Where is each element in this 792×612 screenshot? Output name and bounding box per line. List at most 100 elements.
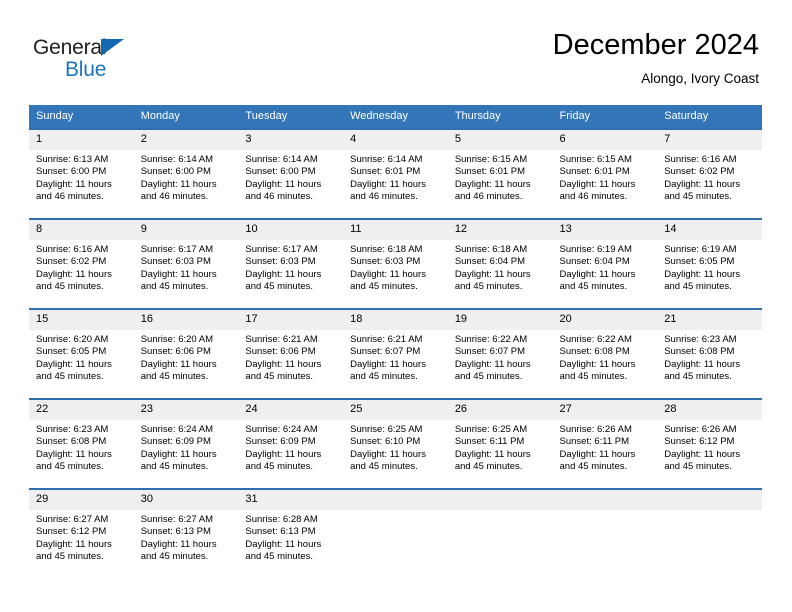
- sunset-text: Sunset: 6:03 PM: [245, 256, 316, 268]
- day-cell[interactable]: 13 Sunrise: 6:19 AM Sunset: 6:04 PM Dayl…: [552, 219, 658, 309]
- daylight-text: Daylight: 11 hours and 45 minutes.: [245, 448, 322, 473]
- sunset-text: Sunset: 6:08 PM: [664, 346, 735, 358]
- sunrise-text: Sunrise: 6:20 AM: [36, 334, 109, 345]
- sunset-text: Sunset: 6:09 PM: [245, 436, 316, 448]
- brand-name-general: General: [33, 36, 107, 59]
- day-number: [552, 490, 658, 510]
- day-number: 22: [29, 400, 134, 420]
- sunrise-text: Sunrise: 6:16 AM: [664, 154, 737, 165]
- day-cell[interactable]: 6 Sunrise: 6:15 AM Sunset: 6:01 PM Dayli…: [552, 129, 658, 219]
- day-cell[interactable]: 5 Sunrise: 6:15 AM Sunset: 6:01 PM Dayli…: [447, 129, 553, 219]
- day-cell[interactable]: 17 Sunrise: 6:21 AM Sunset: 6:06 PM Dayl…: [238, 309, 344, 399]
- day-details: Sunrise: 6:15 AM Sunset: 6:01 PM Dayligh…: [553, 150, 658, 204]
- calendar-week-row: 1 Sunrise: 6:13 AM Sunset: 6:00 PM Dayli…: [29, 129, 762, 219]
- sunset-text: Sunset: 6:00 PM: [36, 166, 107, 178]
- day-details: Sunrise: 6:19 AM Sunset: 6:05 PM Dayligh…: [657, 240, 762, 294]
- day-cell[interactable]: 21 Sunrise: 6:23 AM Sunset: 6:08 PM Dayl…: [657, 309, 762, 399]
- day-details: Sunrise: 6:27 AM Sunset: 6:13 PM Dayligh…: [134, 510, 239, 564]
- daylight-text: Daylight: 11 hours and 46 minutes.: [350, 178, 426, 203]
- calendar-header-row: Sunday Monday Tuesday Wednesday Thursday…: [29, 105, 762, 129]
- day-details: Sunrise: 6:24 AM Sunset: 6:09 PM Dayligh…: [134, 420, 239, 474]
- day-cell[interactable]: 18 Sunrise: 6:21 AM Sunset: 6:07 PM Dayl…: [343, 309, 448, 399]
- day-cell[interactable]: 25 Sunrise: 6:25 AM Sunset: 6:10 PM Dayl…: [343, 399, 448, 489]
- sunset-text: Sunset: 6:01 PM: [559, 166, 630, 178]
- day-cell[interactable]: 31 Sunrise: 6:28 AM Sunset: 6:13 PM Dayl…: [238, 489, 344, 578]
- sunrise-text: Sunrise: 6:23 AM: [36, 424, 109, 435]
- day-cell[interactable]: 12 Sunrise: 6:18 AM Sunset: 6:04 PM Dayl…: [447, 219, 553, 309]
- day-details: Sunrise: 6:27 AM Sunset: 6:12 PM Dayligh…: [29, 510, 134, 564]
- day-number: 5: [447, 130, 553, 150]
- sunrise-text: Sunrise: 6:25 AM: [350, 424, 423, 435]
- day-cell[interactable]: 26 Sunrise: 6:25 AM Sunset: 6:11 PM Dayl…: [447, 399, 553, 489]
- sunrise-text: Sunrise: 6:14 AM: [350, 154, 423, 165]
- day-details: Sunrise: 6:14 AM Sunset: 6:00 PM Dayligh…: [134, 150, 239, 204]
- sunrise-text: Sunrise: 6:24 AM: [245, 424, 318, 435]
- sunrise-text: Sunrise: 6:26 AM: [559, 424, 632, 435]
- sunset-text: Sunset: 6:09 PM: [140, 436, 211, 448]
- day-cell[interactable]: 3 Sunrise: 6:14 AM Sunset: 6:00 PM Dayli…: [238, 129, 344, 219]
- day-cell[interactable]: 10 Sunrise: 6:17 AM Sunset: 6:03 PM Dayl…: [238, 219, 344, 309]
- day-cell[interactable]: 11 Sunrise: 6:18 AM Sunset: 6:03 PM Dayl…: [343, 219, 448, 309]
- brand-logo[interactable]: General Blue: [33, 36, 173, 86]
- day-details: Sunrise: 6:24 AM Sunset: 6:09 PM Dayligh…: [238, 420, 343, 474]
- sunrise-text: Sunrise: 6:17 AM: [140, 244, 214, 255]
- day-cell-empty: [447, 489, 553, 578]
- day-details: Sunrise: 6:20 AM Sunset: 6:05 PM Dayligh…: [29, 330, 134, 384]
- day-cell[interactable]: 30 Sunrise: 6:27 AM Sunset: 6:13 PM Dayl…: [133, 489, 239, 578]
- day-cell[interactable]: 27 Sunrise: 6:26 AM Sunset: 6:11 PM Dayl…: [552, 399, 658, 489]
- day-cell[interactable]: 23 Sunrise: 6:24 AM Sunset: 6:09 PM Dayl…: [133, 399, 239, 489]
- calendar-page: General Blue December 2024 Alongo, Ivory…: [0, 0, 792, 612]
- day-cell[interactable]: 7 Sunrise: 6:16 AM Sunset: 6:02 PM Dayli…: [657, 129, 762, 219]
- sunrise-text: Sunrise: 6:18 AM: [350, 244, 423, 255]
- day-number: 2: [133, 130, 239, 150]
- day-cell-empty: [657, 489, 762, 578]
- day-details: Sunrise: 6:21 AM Sunset: 6:07 PM Dayligh…: [343, 330, 448, 384]
- day-number: 26: [447, 400, 553, 420]
- day-number: 12: [447, 220, 553, 240]
- day-number: 29: [29, 490, 134, 510]
- day-cell[interactable]: 8 Sunrise: 6:16 AM Sunset: 6:02 PM Dayli…: [29, 219, 134, 309]
- day-number: 15: [29, 310, 134, 330]
- day-number: 21: [657, 310, 762, 330]
- day-number: 10: [238, 220, 344, 240]
- daylight-text: Daylight: 11 hours and 45 minutes.: [36, 538, 112, 563]
- page-subtitle: Alongo, Ivory Coast: [641, 71, 759, 86]
- day-cell[interactable]: 1 Sunrise: 6:13 AM Sunset: 6:00 PM Dayli…: [29, 129, 134, 219]
- day-details: Sunrise: 6:14 AM Sunset: 6:00 PM Dayligh…: [238, 150, 343, 204]
- day-cell-empty: [552, 489, 658, 578]
- weekday-header-wednesday: Wednesday: [343, 105, 448, 129]
- day-number: 6: [552, 130, 658, 150]
- weekday-header-thursday: Thursday: [447, 105, 553, 129]
- title-block: December 2024 Alongo, Ivory Coast: [553, 28, 759, 89]
- sunrise-text: Sunrise: 6:20 AM: [140, 334, 214, 345]
- day-number: 20: [552, 310, 658, 330]
- day-number: 30: [133, 490, 239, 510]
- day-cell[interactable]: 16 Sunrise: 6:20 AM Sunset: 6:06 PM Dayl…: [133, 309, 239, 399]
- day-cell[interactable]: 4 Sunrise: 6:14 AM Sunset: 6:01 PM Dayli…: [343, 129, 448, 219]
- sunrise-text: Sunrise: 6:14 AM: [245, 154, 318, 165]
- sunset-text: Sunset: 6:05 PM: [664, 256, 735, 268]
- day-cell[interactable]: 15 Sunrise: 6:20 AM Sunset: 6:05 PM Dayl…: [29, 309, 134, 399]
- day-cell[interactable]: 19 Sunrise: 6:22 AM Sunset: 6:07 PM Dayl…: [447, 309, 553, 399]
- day-details: Sunrise: 6:17 AM Sunset: 6:03 PM Dayligh…: [238, 240, 343, 294]
- daylight-text: Daylight: 11 hours and 45 minutes.: [36, 268, 112, 293]
- calendar-grid: Sunday Monday Tuesday Wednesday Thursday…: [29, 105, 762, 578]
- day-cell[interactable]: 22 Sunrise: 6:23 AM Sunset: 6:08 PM Dayl…: [29, 399, 134, 489]
- day-cell[interactable]: 9 Sunrise: 6:17 AM Sunset: 6:03 PM Dayli…: [133, 219, 239, 309]
- day-cell[interactable]: 2 Sunrise: 6:14 AM Sunset: 6:00 PM Dayli…: [133, 129, 239, 219]
- day-details: Sunrise: 6:25 AM Sunset: 6:10 PM Dayligh…: [343, 420, 448, 474]
- sunrise-text: Sunrise: 6:14 AM: [140, 154, 214, 165]
- day-cell[interactable]: 24 Sunrise: 6:24 AM Sunset: 6:09 PM Dayl…: [238, 399, 344, 489]
- sunset-text: Sunset: 6:02 PM: [664, 166, 735, 178]
- day-details: Sunrise: 6:16 AM Sunset: 6:02 PM Dayligh…: [657, 150, 762, 204]
- sunrise-text: Sunrise: 6:21 AM: [350, 334, 423, 345]
- day-cell[interactable]: 14 Sunrise: 6:19 AM Sunset: 6:05 PM Dayl…: [657, 219, 762, 309]
- day-details: Sunrise: 6:23 AM Sunset: 6:08 PM Dayligh…: [657, 330, 762, 384]
- day-cell[interactable]: 28 Sunrise: 6:26 AM Sunset: 6:12 PM Dayl…: [657, 399, 762, 489]
- day-cell[interactable]: 29 Sunrise: 6:27 AM Sunset: 6:12 PM Dayl…: [29, 489, 134, 578]
- day-cell[interactable]: 20 Sunrise: 6:22 AM Sunset: 6:08 PM Dayl…: [552, 309, 658, 399]
- daylight-text: Daylight: 11 hours and 45 minutes.: [140, 358, 217, 383]
- sunset-text: Sunset: 6:07 PM: [454, 346, 526, 358]
- daylight-text: Daylight: 11 hours and 46 minutes.: [140, 178, 217, 203]
- sunset-text: Sunset: 6:00 PM: [140, 166, 211, 178]
